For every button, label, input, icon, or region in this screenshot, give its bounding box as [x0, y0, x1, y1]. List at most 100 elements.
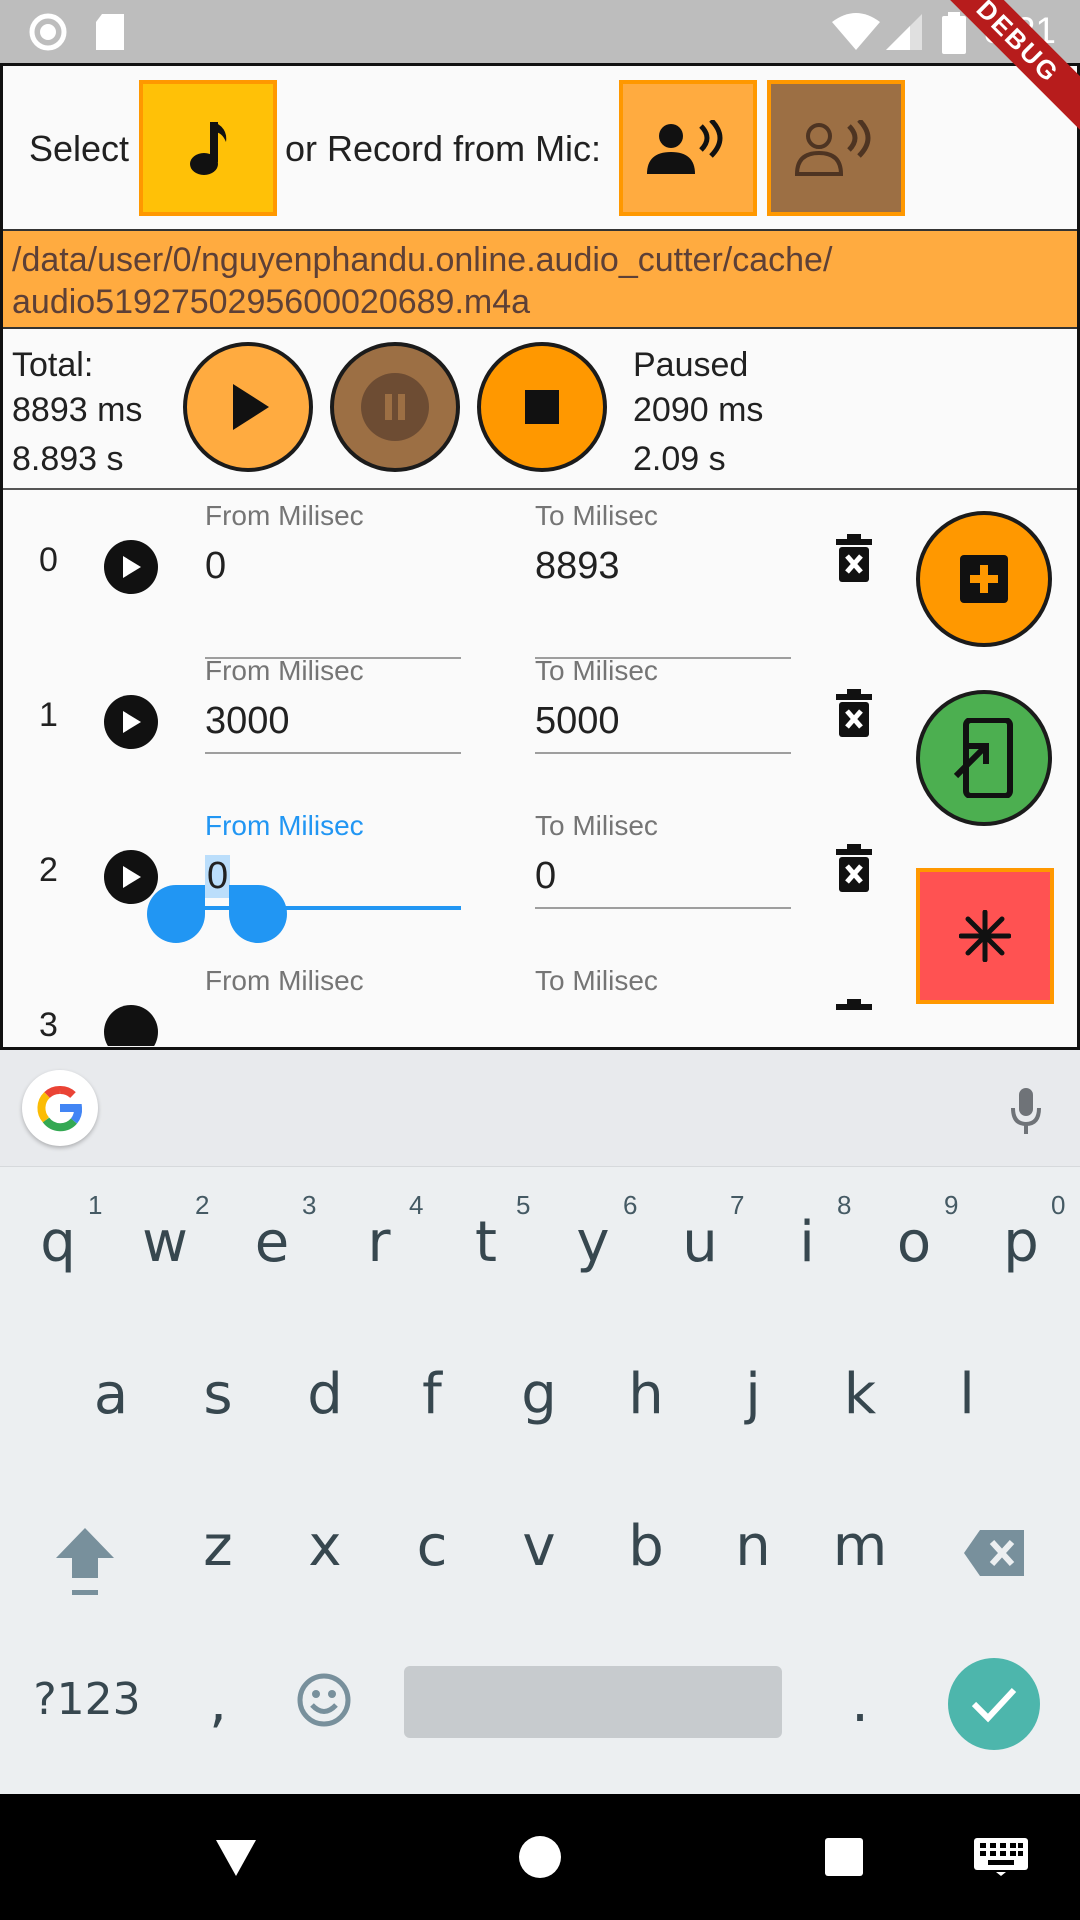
key-j[interactable]: j — [703, 1362, 803, 1427]
microphone-icon[interactable] — [1010, 1088, 1042, 1136]
key-hint-6: 6 — [623, 1190, 638, 1220]
google-button[interactable] — [22, 1070, 98, 1146]
segment-play-button[interactable] — [104, 850, 158, 904]
record-indicator-icon — [29, 13, 67, 51]
home-icon[interactable] — [519, 1836, 561, 1878]
add-segment-button[interactable] — [916, 511, 1052, 647]
play-button[interactable] — [183, 342, 313, 472]
key-f[interactable]: f — [382, 1362, 482, 1427]
segment-play-button[interactable] — [104, 540, 158, 594]
play-icon — [233, 384, 269, 430]
total-ms: 8893 ms — [12, 391, 143, 429]
symbols-key[interactable]: ?123 — [32, 1674, 142, 1725]
segment-index: 3 — [39, 1006, 58, 1044]
total-label: Total: — [12, 346, 94, 384]
from-label: From Milisec — [205, 655, 364, 686]
freeze-button[interactable] — [916, 868, 1054, 1004]
key-g[interactable]: g — [489, 1362, 589, 1427]
record-button[interactable] — [619, 80, 757, 216]
key-a[interactable]: a — [61, 1362, 161, 1427]
key-hint-5: 5 — [516, 1190, 531, 1220]
from-input[interactable]: 3000 — [205, 700, 290, 743]
stop-button[interactable] — [477, 342, 607, 472]
segment-index: 0 — [39, 541, 58, 579]
voice-off-icon — [794, 120, 871, 176]
from-underline — [205, 752, 461, 754]
music-note-icon — [190, 122, 227, 175]
key-hint-1: 1 — [88, 1190, 103, 1220]
to-input[interactable]: 8893 — [535, 545, 620, 588]
key-m[interactable]: m — [810, 1514, 910, 1579]
key-d[interactable]: d — [275, 1362, 375, 1427]
key-h[interactable]: h — [596, 1362, 696, 1427]
from-label: From Milisec — [205, 500, 364, 531]
key-l[interactable]: l — [917, 1362, 1017, 1427]
record-voice-icon — [647, 120, 723, 174]
suggestion-strip — [0, 1050, 1080, 1167]
key-v[interactable]: v — [489, 1514, 589, 1579]
segment-play-button[interactable] — [104, 1005, 158, 1046]
export-icon — [954, 718, 1013, 798]
selection-handle-end[interactable] — [229, 885, 287, 943]
delete-icon[interactable] — [836, 689, 872, 737]
select-label: Select — [29, 128, 130, 169]
selection-handle-start[interactable] — [147, 885, 205, 943]
shift-icon[interactable] — [54, 1526, 116, 1598]
space-key[interactable] — [404, 1666, 782, 1738]
to-label: To Milisec — [535, 810, 658, 841]
select-file-button[interactable] — [139, 80, 277, 216]
key-c[interactable]: c — [382, 1514, 482, 1579]
to-label: To Milisec — [535, 655, 658, 686]
playback-state: Paused — [633, 346, 749, 384]
app-content: Select or Record from Mic: /data/user/0/… — [0, 63, 1080, 1050]
stop-icon — [525, 390, 559, 424]
stop-record-button[interactable] — [767, 80, 905, 216]
key-n[interactable]: n — [703, 1514, 803, 1579]
to-input[interactable]: 5000 — [535, 700, 620, 743]
delete-icon[interactable] — [836, 534, 872, 582]
wifi-icon — [832, 13, 880, 50]
key-hint-7: 7 — [730, 1190, 745, 1220]
total-seconds: 8.893 s — [12, 440, 124, 478]
export-button[interactable] — [916, 690, 1052, 826]
position-ms: 2090 ms — [633, 391, 764, 429]
segment-index: 1 — [39, 696, 58, 734]
key-hint-4: 4 — [409, 1190, 424, 1220]
from-label-focused: From Milisec — [205, 810, 364, 841]
navigation-bar — [0, 1794, 1080, 1920]
period-key[interactable]: . — [810, 1670, 910, 1735]
checkmark-icon — [971, 1687, 1017, 1723]
play-icon — [123, 711, 141, 733]
status-bar: 8:21 DEBUG — [0, 0, 1080, 133]
key-s[interactable]: s — [168, 1362, 268, 1427]
play-icon — [123, 556, 141, 578]
to-underline — [535, 752, 791, 754]
segment-play-button[interactable] — [104, 695, 158, 749]
pause-button[interactable] — [330, 342, 460, 472]
key-hint-9: 9 — [944, 1190, 959, 1220]
key-b[interactable]: b — [596, 1514, 696, 1579]
emoji-icon[interactable] — [296, 1672, 352, 1728]
keyboard-switch-icon[interactable] — [974, 1838, 1028, 1876]
add-box-icon — [960, 555, 1008, 603]
to-input[interactable]: 0 — [535, 855, 556, 898]
recents-icon[interactable] — [825, 1838, 863, 1876]
back-icon[interactable] — [214, 1838, 258, 1878]
comma-key[interactable]: , — [168, 1670, 268, 1735]
enter-button[interactable] — [948, 1658, 1040, 1750]
key-z[interactable]: z — [168, 1514, 268, 1579]
delete-icon[interactable] — [836, 844, 872, 892]
file-path-line-1: /data/user/0/nguyenphandu.online.audio_c… — [12, 241, 833, 279]
from-input[interactable]: 0 — [205, 545, 226, 588]
key-hint-0: 0 — [1051, 1190, 1066, 1220]
key-hint-3: 3 — [302, 1190, 317, 1220]
backspace-icon[interactable] — [962, 1528, 1028, 1578]
key-x[interactable]: x — [275, 1514, 375, 1579]
sd-card-icon — [96, 14, 124, 50]
delete-icon[interactable] — [836, 999, 872, 1046]
key-k[interactable]: k — [810, 1362, 910, 1427]
position-seconds: 2.09 s — [633, 440, 726, 478]
from-input-focused[interactable]: 0 — [205, 855, 231, 898]
list-item: 2 From Milisec 0 To Milisec 0 — [3, 800, 903, 955]
play-icon — [123, 866, 141, 888]
